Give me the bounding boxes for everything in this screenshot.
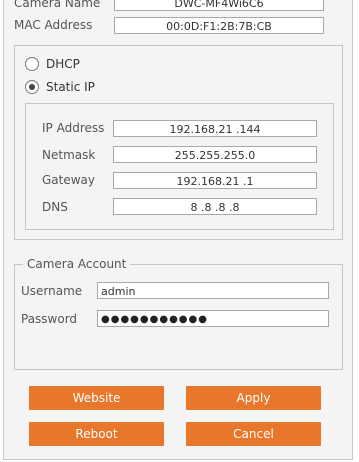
ip-address-label: IP Address	[42, 121, 105, 135]
static-ip-settings-box: IP Address 192.168.21 .144 Netmask 255.2…	[25, 103, 334, 230]
gateway-field[interactable]: 192.168.21 .1	[113, 172, 317, 189]
camera-account-legend: Camera Account	[23, 257, 131, 271]
ip-address-field[interactable]: 192.168.21 .144	[113, 120, 317, 137]
network-group: DHCP Static IP IP Address 192.168.21 .14…	[14, 45, 343, 240]
static-ip-label: Static IP	[46, 80, 95, 94]
camera-name-field[interactable]: DWC-MF4Wi6C6	[114, 0, 324, 11]
netmask-label: Netmask	[42, 148, 96, 162]
camera-settings-panel: Camera Name DWC-MF4Wi6C6 MAC Address 00:…	[3, 0, 353, 460]
dns-field[interactable]: 8 .8 .8 .8	[113, 198, 317, 215]
password-field[interactable]: ●●●●●●●●●●●	[97, 310, 329, 327]
static-ip-radio-selected-dot	[29, 84, 35, 90]
dhcp-label: DHCP	[46, 57, 80, 71]
netmask-field[interactable]: 255.255.255.0	[113, 146, 317, 163]
mac-address-field[interactable]: 00:0D:F1:2B:7B:CB	[114, 17, 324, 34]
username-field[interactable]: admin	[97, 282, 329, 299]
camera-account-group: Camera Account Username admin Password ●…	[14, 257, 343, 370]
gateway-label: Gateway	[42, 173, 96, 187]
password-label: Password	[21, 312, 78, 326]
dhcp-radio[interactable]	[25, 57, 39, 71]
mac-address-label: MAC Address	[14, 18, 93, 32]
camera-name-label: Camera Name	[14, 0, 101, 10]
username-label: Username	[21, 284, 83, 298]
static-ip-radio[interactable]	[25, 80, 39, 94]
dns-label: DNS	[42, 200, 68, 214]
website-button[interactable]: Website	[29, 386, 164, 410]
apply-button[interactable]: Apply	[186, 386, 321, 410]
cancel-button[interactable]: Cancel	[186, 422, 321, 446]
reboot-button[interactable]: Reboot	[29, 422, 164, 446]
